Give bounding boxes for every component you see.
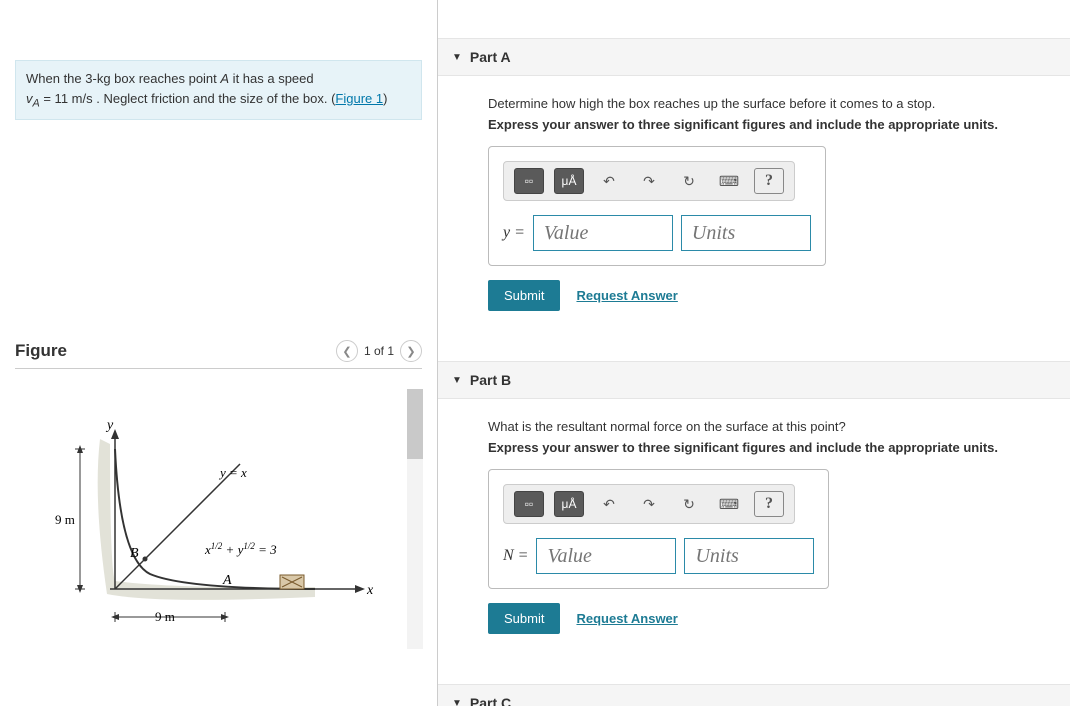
part-b-instruction: Express your answer to three significant… (488, 440, 1040, 455)
left-panel: When the 3-kg box reaches point A it has… (0, 0, 438, 706)
part-a-prompt: Determine how high the box reaches up th… (488, 96, 1040, 111)
help-button[interactable]: ? (754, 491, 784, 517)
figure-canvas: y x 9 m 9 m y = (15, 389, 405, 629)
template-icon[interactable]: ▫▫ (514, 168, 544, 194)
figure-counter: 1 of 1 (364, 344, 394, 358)
part-a-value-input[interactable] (533, 215, 673, 251)
part-b-input-row: N = (503, 538, 814, 574)
speed-sub: A (33, 97, 40, 109)
part-a-request-link[interactable]: Request Answer (576, 288, 677, 303)
part-b-prompt: What is the resultant normal force on th… (488, 419, 1040, 434)
point-A-var: A (220, 71, 229, 86)
special-chars-button[interactable]: μÅ (554, 168, 584, 194)
problem-close: ) (383, 91, 387, 106)
point-A-label: A (222, 573, 232, 588)
redo-icon[interactable]: ↷ (634, 491, 664, 517)
height-label: 9 m (55, 512, 75, 527)
part-b-value-input[interactable] (536, 538, 676, 574)
reset-icon[interactable]: ↻ (674, 491, 704, 517)
part-b-submit-button[interactable]: Submit (488, 603, 560, 634)
figure-scrollbar[interactable] (407, 389, 423, 649)
part-a-answer-box: ▫▫ μÅ ↶ ↷ ↻ ⌨ ? y = (488, 146, 826, 266)
redo-icon[interactable]: ↷ (634, 168, 664, 194)
part-a-instruction: Express your answer to three significant… (488, 117, 1040, 132)
x-axis-label: x (366, 583, 374, 598)
figure-prev-button[interactable]: ❮ (336, 340, 358, 362)
part-b-body: What is the resultant normal force on th… (438, 399, 1070, 654)
width-label: 9 m (155, 609, 175, 624)
part-a-input-row: y = (503, 215, 811, 251)
problem-text-2: it has a speed (229, 71, 314, 86)
part-a-submit-button[interactable]: Submit (488, 280, 560, 311)
special-chars-button[interactable]: μÅ (554, 491, 584, 517)
figure-next-button[interactable]: ❯ (400, 340, 422, 362)
part-a-toolbar: ▫▫ μÅ ↶ ↷ ↻ ⌨ ? (503, 161, 795, 201)
figure-svg: y x 9 m 9 m y = (15, 389, 405, 629)
point-B-label: B (130, 546, 139, 561)
part-b-variable: N = (503, 547, 528, 565)
part-b-request-link[interactable]: Request Answer (576, 611, 677, 626)
part-b-units-input[interactable] (684, 538, 814, 574)
caret-down-icon: ▼ (452, 52, 462, 63)
help-button[interactable]: ? (754, 168, 784, 194)
part-a-title: Part A (470, 49, 511, 65)
part-c-header[interactable]: ▼ Part C (438, 684, 1070, 706)
part-a-body: Determine how high the box reaches up th… (438, 76, 1070, 331)
line-eq-label: y = x (218, 465, 247, 480)
right-panel: ▼ Part A Determine how high the box reac… (438, 0, 1070, 706)
part-a-variable: y = (503, 224, 525, 242)
figure-section: Figure ❮ 1 of 1 ❯ y x (0, 340, 437, 629)
keyboard-icon[interactable]: ⌨ (714, 168, 744, 194)
problem-statement: When the 3-kg box reaches point A it has… (15, 60, 422, 120)
figure-link[interactable]: Figure 1 (335, 91, 383, 106)
figure-header: Figure ❮ 1 of 1 ❯ (15, 340, 422, 369)
part-b-header[interactable]: ▼ Part B (438, 361, 1070, 399)
undo-icon[interactable]: ↶ (594, 491, 624, 517)
part-a-actions: Submit Request Answer (488, 280, 1040, 311)
template-icon[interactable]: ▫▫ (514, 491, 544, 517)
part-b-answer-box: ▫▫ μÅ ↶ ↷ ↻ ⌨ ? N = (488, 469, 829, 589)
y-axis-label: y (105, 418, 114, 433)
reset-icon[interactable]: ↻ (674, 168, 704, 194)
part-b-actions: Submit Request Answer (488, 603, 1040, 634)
curve-eq-label: x1/2 + y1/2 = 3 (204, 541, 277, 557)
undo-icon[interactable]: ↶ (594, 168, 624, 194)
part-c-title: Part C (470, 695, 511, 706)
part-b-title: Part B (470, 372, 511, 388)
keyboard-icon[interactable]: ⌨ (714, 491, 744, 517)
caret-down-icon: ▼ (452, 698, 462, 706)
part-a-header[interactable]: ▼ Part A (438, 38, 1070, 76)
figure-nav: ❮ 1 of 1 ❯ (336, 340, 422, 362)
speed-eq: = 11 m/s (40, 91, 93, 106)
part-b-toolbar: ▫▫ μÅ ↶ ↷ ↻ ⌨ ? (503, 484, 795, 524)
problem-tail: . Neglect friction and the size of the b… (93, 91, 336, 106)
problem-text-1: When the 3-kg box reaches point (26, 71, 220, 86)
figure-title: Figure (15, 341, 67, 361)
caret-down-icon: ▼ (452, 375, 462, 386)
part-a-units-input[interactable] (681, 215, 811, 251)
